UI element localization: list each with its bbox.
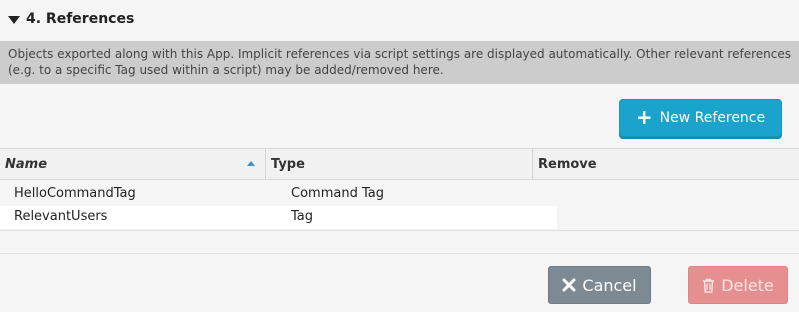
- close-x-icon: [562, 278, 576, 292]
- column-header-type[interactable]: Type: [266, 149, 533, 179]
- cell-type: Tag: [291, 209, 314, 224]
- section-header[interactable]: 4. References: [0, 0, 799, 38]
- cell-type: Command Tag: [291, 186, 384, 201]
- plus-icon: +: [635, 105, 653, 129]
- trash-icon: [702, 278, 715, 293]
- column-header-type-label: Type: [271, 156, 305, 172]
- cancel-button[interactable]: Cancel: [548, 266, 651, 304]
- dialog-footer: Cancel Delete: [0, 253, 799, 312]
- column-header-remove-label: Remove: [538, 156, 597, 172]
- cell-name: RelevantUsers: [14, 209, 108, 224]
- column-header-remove[interactable]: Remove: [533, 149, 799, 179]
- toolbar: + New Reference: [0, 84, 799, 148]
- references-table-body: HelloCommandTag Command Tag RelevantUser…: [0, 181, 799, 231]
- delete-label: Delete: [721, 275, 774, 295]
- new-reference-label: New Reference: [659, 110, 766, 126]
- delete-button[interactable]: Delete: [688, 266, 788, 304]
- references-table-header: Name Type Remove: [0, 148, 799, 180]
- section-title: 4. References: [26, 11, 135, 27]
- sort-ascending-icon[interactable]: [247, 161, 255, 166]
- cancel-label: Cancel: [582, 275, 637, 295]
- new-reference-button[interactable]: + New Reference: [619, 99, 782, 137]
- table-row[interactable]: RelevantUsers Tag: [0, 206, 557, 229]
- info-banner: Objects exported along with this App. Im…: [0, 41, 799, 84]
- collapse-triangle-icon[interactable]: [8, 15, 20, 24]
- column-header-name[interactable]: Name: [0, 149, 266, 179]
- column-header-name-label: Name: [5, 156, 48, 172]
- cell-name: HelloCommandTag: [14, 186, 136, 201]
- table-row[interactable]: HelloCommandTag Command Tag: [0, 183, 557, 206]
- info-text: Objects exported along with this App. Im…: [8, 47, 791, 77]
